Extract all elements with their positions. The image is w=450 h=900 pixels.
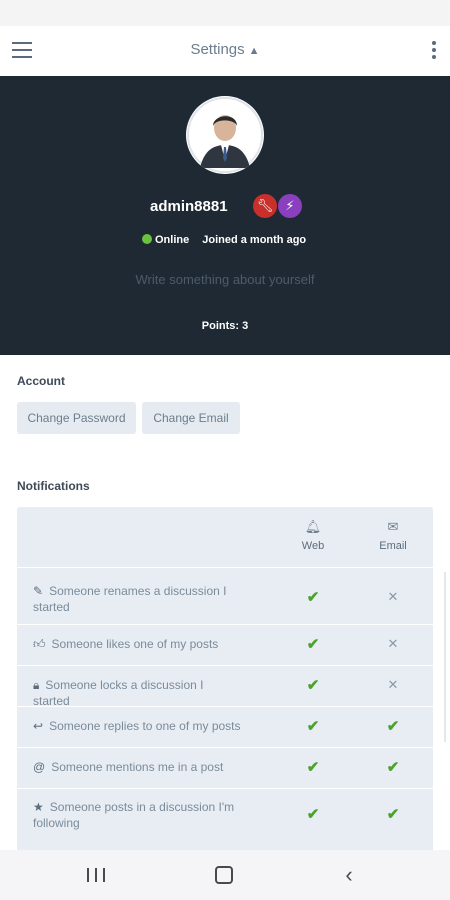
page-title[interactable]: Settings ▲︎ [0,41,450,58]
email-toggle[interactable]: ✔︎ [363,717,423,735]
envelope-icon: ✉︎ [387,519,399,534]
web-toggle[interactable]: ✔︎ [283,717,343,735]
thumbs-up-icon: 👍︎ [33,637,46,651]
online-status-icon [142,234,152,244]
lock-icon: 🔒︎ [33,678,40,692]
web-toggle[interactable]: ✔︎ [283,758,343,776]
row-label: ↩︎ Someone replies to one of my posts [33,719,241,733]
table-row: @ Someone mentions me in a post ✔︎ ✔︎ [17,747,433,788]
scrollbar[interactable] [444,572,450,742]
star-icon: ★︎ [33,800,44,814]
online-status: Online [155,234,190,246]
user-meta: Online Joined a month ago [142,234,306,246]
username: admin8881 [150,198,228,215]
table-row: ★︎ Someone posts in a discussion I'm foll… [17,788,433,845]
email-toggle[interactable]: ✕︎ [363,636,423,652]
table-header: 🔔︎ Web ✉︎ Email [17,507,433,567]
sort-icon: ▲︎ [248,45,260,57]
reply-icon: ↩︎ [33,719,44,733]
web-toggle[interactable]: ✔︎ [283,676,343,694]
web-toggle[interactable]: ✔︎ [283,588,343,606]
email-toggle[interactable]: ✕︎ [363,589,423,605]
profile-header: admin8881 🔧︎ ⚡︎ Online Joined a month ago… [0,76,450,355]
web-toggle[interactable]: ✔︎ [283,635,343,653]
table-row: ✎︎ Someone renames a discussion I started… [17,567,433,624]
home-icon[interactable] [209,862,239,888]
bell-icon: 🔔︎ [304,519,322,534]
column-email: ✉︎ Email [363,519,423,552]
row-label: @ Someone mentions me in a post [33,760,224,774]
table-row: 🔒︎ Someone locks a discussion I started ✔… [17,665,433,708]
notifications-section-title: Notifications [17,479,90,493]
avatar[interactable] [186,96,264,174]
at-icon: @ [33,760,46,774]
table-row: ↩︎ Someone replies to one of my posts ✔︎ … [17,706,433,747]
joined-date: Joined a month ago [202,234,307,246]
back-icon[interactable]: ‹ [334,862,364,888]
pencil-icon: ✎︎ [33,584,44,598]
app-bar: Settings ▲︎ [0,26,450,77]
notifications-table: 🔔︎ Web ✉︎ Email ✎︎ Someone renames a disc… [17,507,433,852]
email-toggle[interactable]: ✕︎ [363,677,423,693]
row-label: 🔒︎ Someone locks a discussion I started [33,678,204,708]
row-label: ★︎ Someone posts in a discussion I'm foll… [33,800,235,830]
account-section-title: Account [17,374,65,388]
system-navigation-bar: ‹ [0,850,450,900]
row-label: ✎︎ Someone renames a discussion I started [33,584,227,614]
status-bar [0,0,450,26]
more-options-icon[interactable] [431,41,437,61]
change-password-button[interactable]: Change Password [17,402,136,434]
points: Points: 3 [201,320,249,332]
change-email-button[interactable]: Change Email [142,402,240,434]
recent-apps-icon[interactable] [84,862,114,888]
row-label: 👍︎ Someone likes one of my posts [33,637,219,651]
email-toggle[interactable]: ✔︎ [363,805,423,823]
bio-input[interactable]: Write something about yourself [0,272,450,287]
web-toggle[interactable]: ✔︎ [283,805,343,823]
table-row: 👍︎ Someone likes one of my posts ✔︎ ✕︎ [17,624,433,665]
column-web: 🔔︎ Web [283,519,343,552]
wrench-icon: 🔧︎ [253,194,277,218]
bolt-icon: ⚡︎ [278,194,302,218]
email-toggle[interactable]: ✔︎ [363,758,423,776]
